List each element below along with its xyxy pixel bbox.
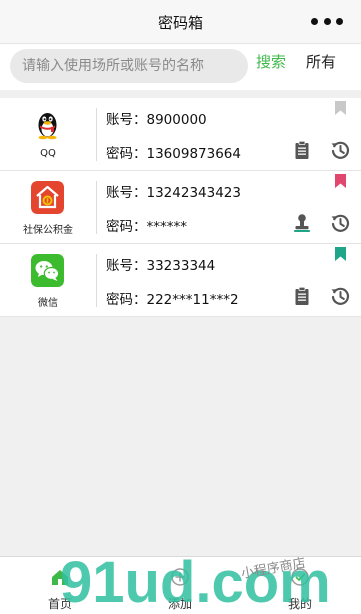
bookmark-icon[interactable] xyxy=(335,101,346,115)
account-value: 13242343423 xyxy=(146,185,241,201)
history-icon[interactable] xyxy=(330,213,350,233)
add-icon xyxy=(171,568,189,586)
tab-profile-label: 我的 xyxy=(287,597,312,611)
divider xyxy=(96,181,97,234)
account-label: 账号： xyxy=(106,258,147,274)
title-bar: 密码箱 xyxy=(0,0,361,44)
password-value: 222***11***2 xyxy=(146,292,239,308)
tab-add[interactable]: 添加 xyxy=(120,557,240,614)
password-line: 密码：13609873664 xyxy=(106,142,241,162)
list-item[interactable]: 社保公积金 账号：13242343423 密码：****** xyxy=(0,171,361,244)
password-line: 密码：****** xyxy=(106,215,187,235)
search-bar: 搜索 所有 xyxy=(0,44,361,90)
password-label: 密码： xyxy=(106,146,147,162)
password-value: ****** xyxy=(146,219,188,235)
app-name: 社保公积金 xyxy=(23,225,73,236)
list-item[interactable]: QQ 账号：8900000 密码：13609873664 xyxy=(0,98,361,171)
divider xyxy=(96,108,97,161)
bookmark-icon[interactable] xyxy=(335,247,346,261)
app-name: 微信 xyxy=(38,298,58,309)
clipboard-icon[interactable] xyxy=(292,286,312,306)
qq-penguin-icon xyxy=(38,113,57,140)
house-fund-icon xyxy=(31,181,64,214)
password-line: 密码：222***11***2 xyxy=(106,288,239,308)
tab-bar: 首页 添加 我的 xyxy=(0,556,361,614)
tab-home[interactable]: 首页 xyxy=(0,557,120,614)
account-value: 8900000 xyxy=(146,112,207,128)
tab-profile[interactable]: 我的 xyxy=(240,557,360,614)
password-label: 密码： xyxy=(106,219,147,235)
password-label: 密码： xyxy=(106,292,147,308)
more-menu-button[interactable] xyxy=(311,14,343,28)
history-icon[interactable] xyxy=(330,140,350,160)
search-button[interactable]: 搜索 xyxy=(256,51,286,72)
show-all-button[interactable]: 所有 xyxy=(306,51,336,72)
more-dot-icon xyxy=(323,17,331,25)
account-line: 账号：33233344 xyxy=(106,254,215,274)
home-icon xyxy=(52,570,68,585)
page-title: 密码箱 xyxy=(157,14,203,32)
account-label: 账号： xyxy=(106,185,147,201)
more-dot-icon xyxy=(311,17,318,25)
more-dot-icon xyxy=(336,17,343,25)
wechat-icon xyxy=(31,254,64,287)
app-info: 微信 xyxy=(0,244,96,317)
app-name: QQ xyxy=(40,148,56,159)
list-item[interactable]: 微信 账号：33233344 密码：222***11***2 xyxy=(0,244,361,317)
tab-home-label: 首页 xyxy=(47,597,72,611)
account-label: 账号： xyxy=(106,112,147,128)
account-list: QQ 账号：8900000 密码：13609873664 社保公积金 账号：13… xyxy=(0,98,361,317)
divider xyxy=(96,254,97,307)
tab-add-label: 添加 xyxy=(167,597,192,611)
account-value: 33233344 xyxy=(146,258,216,274)
stamp-icon[interactable] xyxy=(292,213,312,233)
search-input[interactable] xyxy=(10,49,248,83)
bookmark-icon[interactable] xyxy=(335,174,346,188)
account-line: 账号：8900000 xyxy=(106,108,207,128)
account-line: 账号：13242343423 xyxy=(106,181,241,201)
history-icon[interactable] xyxy=(330,286,350,306)
app-info: QQ xyxy=(0,98,96,171)
password-value: 13609873664 xyxy=(146,146,241,162)
clipboard-icon[interactable] xyxy=(292,140,312,160)
profile-icon xyxy=(291,568,309,586)
app-info: 社保公积金 xyxy=(0,171,96,244)
